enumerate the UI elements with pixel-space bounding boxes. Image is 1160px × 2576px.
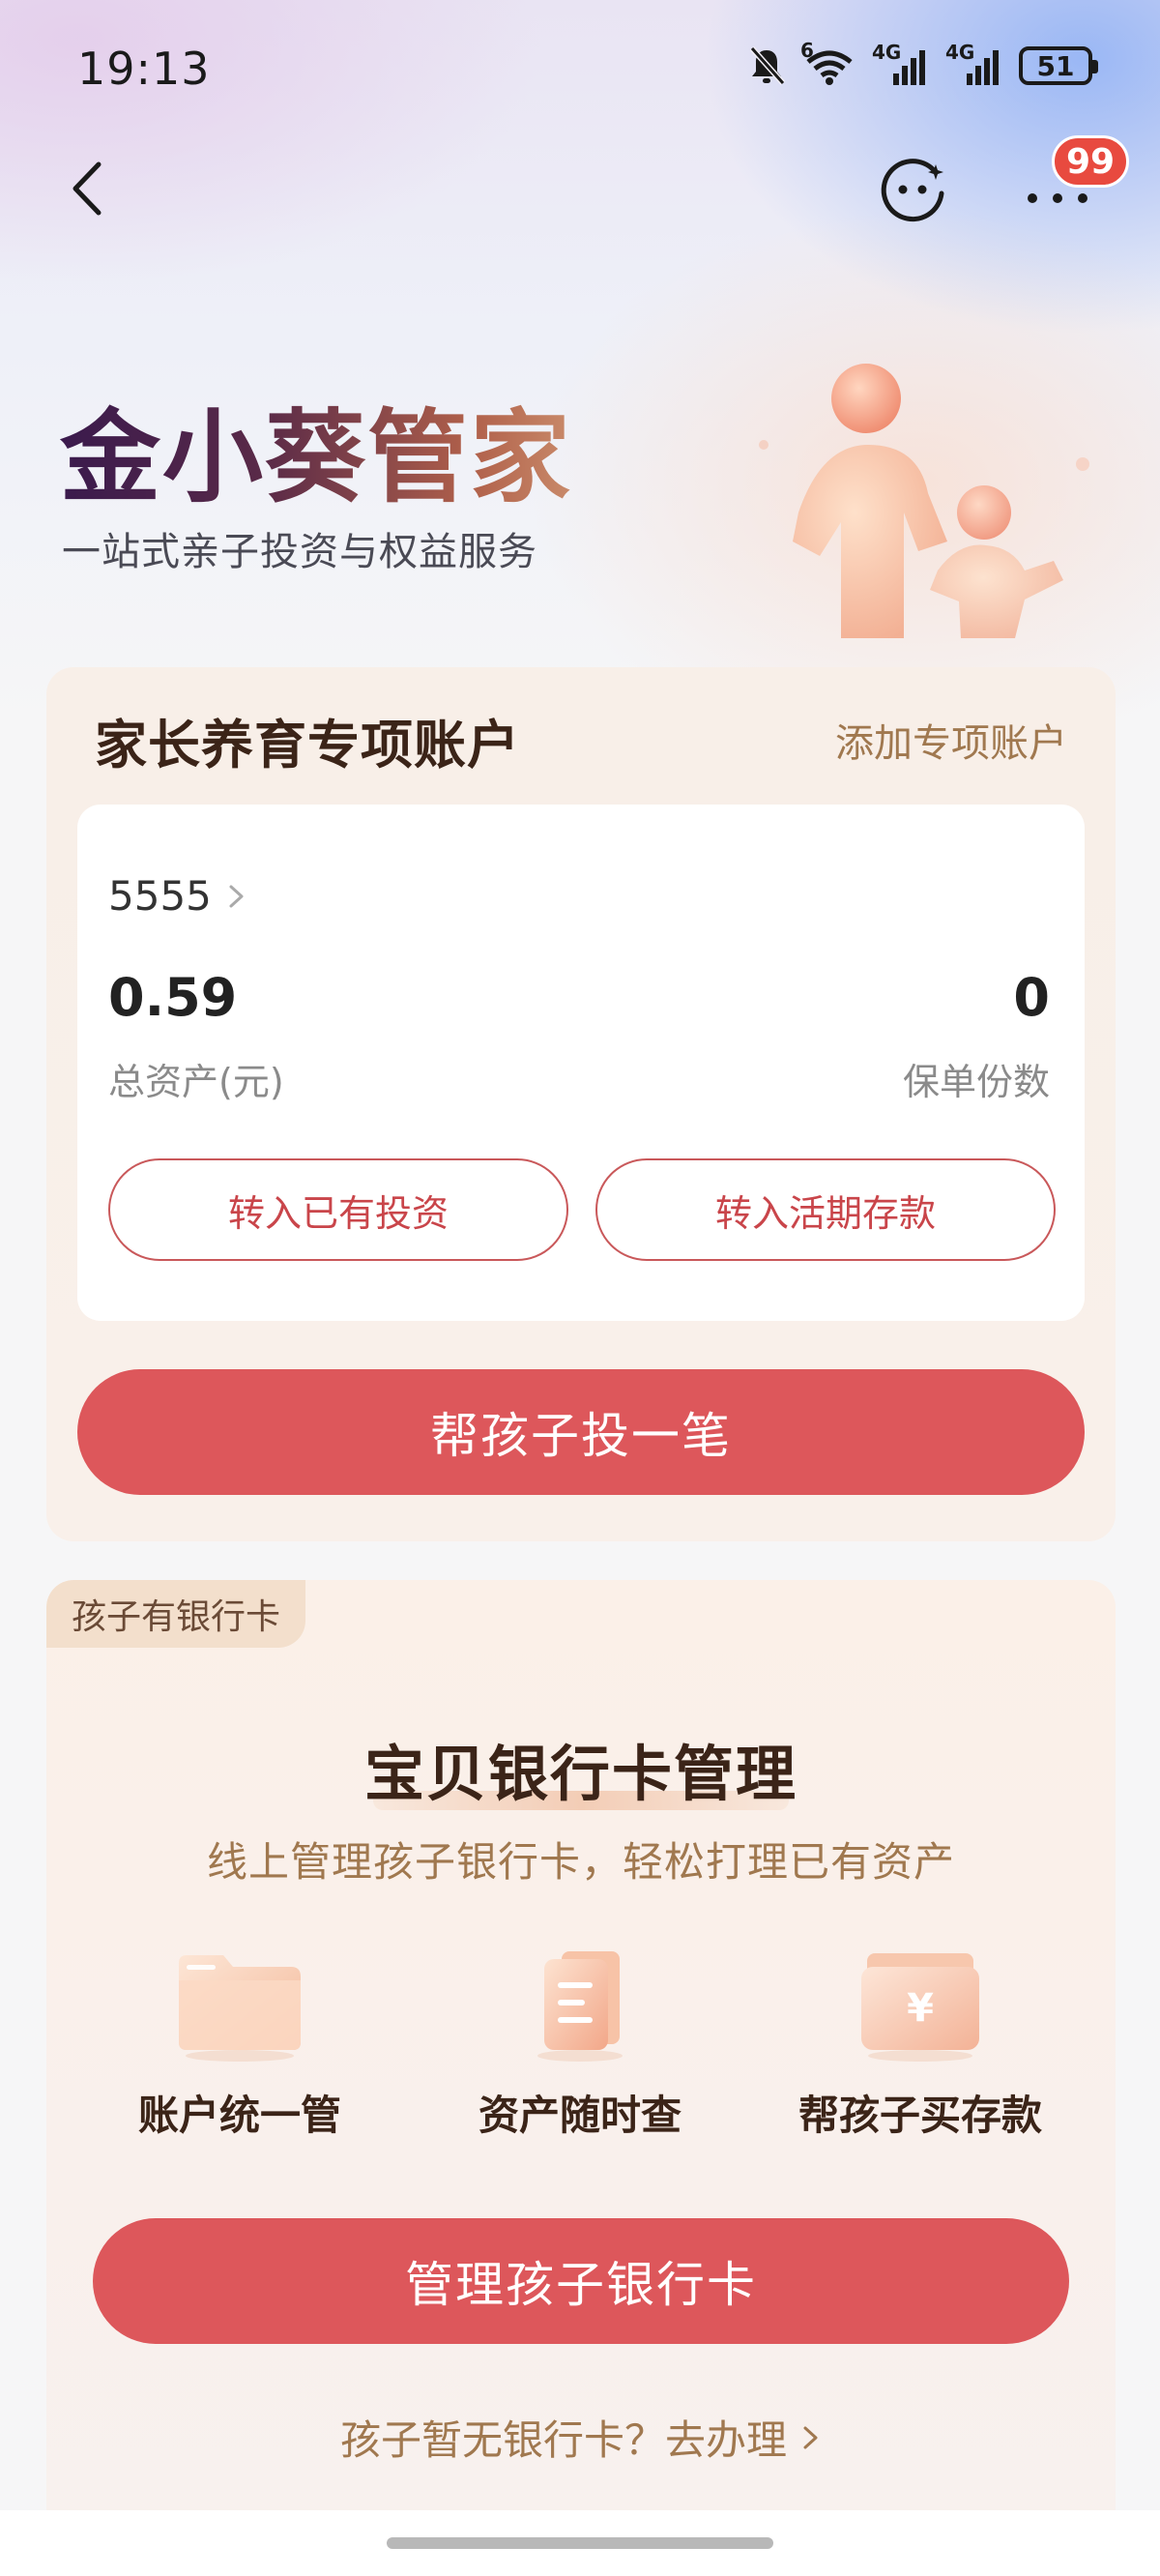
yuan-wallet-icon: ¥ [861, 1953, 979, 2062]
chevron-left-icon [72, 161, 102, 216]
bank-card-section: 孩子有银行卡 宝贝银行卡管理 线上管理孩子银行卡，轻松打理已有资产 账户统一管 [46, 1580, 1116, 2547]
total-assets-value: 0.59 [108, 967, 238, 1028]
chevron-right-icon [229, 885, 244, 907]
status-time: 19:13 [77, 43, 211, 95]
smiley-assistant-icon [881, 159, 944, 222]
account-name-row[interactable]: 5555 [108, 872, 248, 920]
account-name: 5555 [108, 872, 212, 920]
account-card-title: 家长养育专项账户 [95, 715, 520, 776]
transfer-investment-button[interactable]: 转入已有投资 [108, 1158, 568, 1261]
feature-label: 账户统一管 [137, 2092, 341, 2139]
parent-child-illustration [759, 364, 1089, 638]
clipboard-icon [537, 1951, 623, 2062]
signal-icon [893, 50, 925, 85]
chevron-right-icon [803, 2426, 818, 2448]
policy-count-value: 0 [1013, 967, 1050, 1028]
mute-bell-icon [749, 46, 786, 85]
notification-badge: 99 [1052, 135, 1130, 188]
feature-buy-deposit: ¥ 帮孩子买存款 [775, 1947, 1065, 2142]
feature-label: 资产随时查 [478, 2092, 682, 2139]
bank-card-title: 宝贝银行卡管理 [363, 1739, 798, 1809]
apply-card-link[interactable]: 孩子暂无银行卡？去办理 [46, 2408, 1116, 2467]
total-assets-label: 总资产(元) [108, 1061, 284, 1103]
feature-unified-accounts: 账户统一管 [95, 1947, 385, 2142]
status-icons: 6 4G 4G 51 [746, 39, 1098, 87]
home-indicator[interactable] [387, 2537, 773, 2549]
bank-card-subtitle: 线上管理孩子银行卡，轻松打理已有资产 [206, 1838, 955, 1886]
transfer-deposit-button[interactable]: 转入活期存款 [595, 1158, 1056, 1261]
signal-2: 4G [945, 41, 1005, 87]
signal-1: 4G [872, 41, 932, 87]
back-button[interactable] [60, 155, 118, 222]
signal-icon [967, 50, 999, 85]
wifi-indicator: 6 [800, 39, 858, 87]
battery-level: 51 [1036, 49, 1075, 82]
folder-icon [179, 1955, 301, 2062]
apply-card-link-label: 孩子暂无银行卡？去办理 [339, 2416, 787, 2464]
manage-child-card-button[interactable]: 管理孩子银行卡 [93, 2218, 1069, 2344]
feature-check-assets: 资产随时查 [435, 1947, 725, 2142]
wifi-badge: 6 [800, 39, 814, 62]
battery-icon: 51 [1019, 46, 1098, 85]
assistant-button[interactable] [876, 157, 949, 230]
svg-text:¥: ¥ [907, 1986, 934, 2031]
account-summary: 5555 0.59 总资产(元) 0 保单份数 转入已有投资 转入活期存款 [77, 805, 1085, 1321]
brand-title: 金小葵管家 [60, 375, 572, 521]
brand-subtitle: 一站式亲子投资与权益服务 [62, 530, 537, 574]
policy-count-label: 保单份数 [902, 1061, 1050, 1103]
invest-for-child-button[interactable]: 帮孩子投一笔 [77, 1369, 1085, 1495]
status-bar: 19:13 6 4G 4G 51 [0, 0, 1160, 145]
parent-account-card: 家长养育专项账户 添加专项账户 5555 0.59 总资产(元) 0 保单份数 … [46, 667, 1116, 1541]
bank-card-tag: 孩子有银行卡 [46, 1580, 306, 1648]
feature-label: 帮孩子买存款 [798, 2092, 1042, 2139]
add-account-link[interactable]: 添加专项账户 [835, 712, 1067, 768]
